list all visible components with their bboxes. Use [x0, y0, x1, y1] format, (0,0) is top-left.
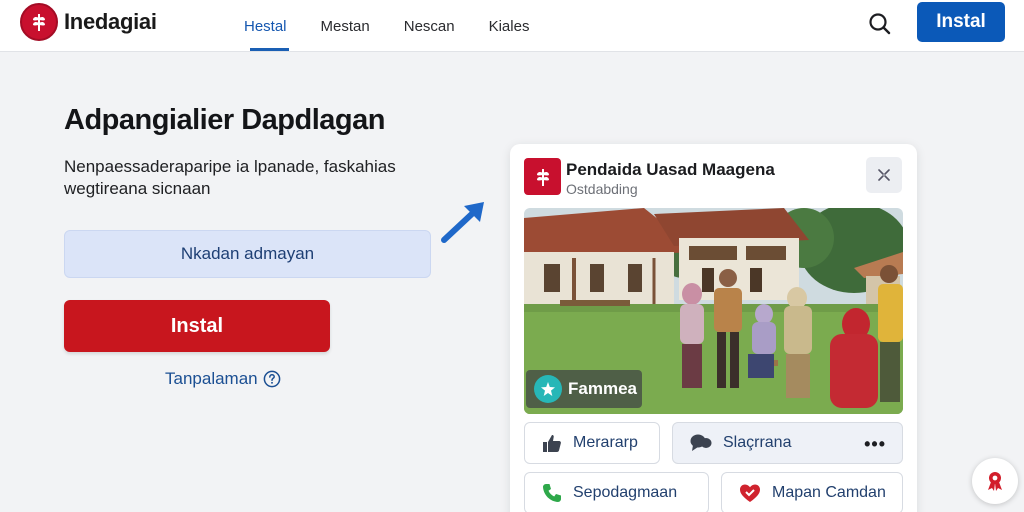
star-icon — [534, 375, 562, 403]
card-expand-button[interactable] — [866, 157, 902, 193]
nav-item-mestan[interactable]: Mestan — [321, 0, 370, 52]
pointer-arrow-icon — [441, 202, 484, 243]
thumbs-up-icon — [543, 435, 561, 452]
search-button[interactable] — [866, 10, 894, 38]
nav-item-kiales[interactable]: Kiales — [489, 0, 530, 52]
help-circle-icon — [263, 370, 280, 388]
like-button[interactable]: Merararp — [524, 422, 660, 464]
install-button[interactable]: Instal — [64, 300, 330, 352]
card-logo-icon — [524, 158, 561, 195]
page-title: Adpangialier Dapdlagan — [64, 104, 385, 136]
card-title: Pendaida Uasad Maagena — [566, 160, 775, 179]
app-preview-card: Pendaida Uasad Maagena Ostdabding Fammea… — [510, 144, 917, 512]
top-navigation-bar: Inedagiai Hestal Mestan Nescan Kiales In… — [0, 0, 1024, 52]
call-label: Sepodagmaan — [573, 484, 678, 501]
comment-label: Slaçrrana — [723, 434, 792, 451]
secondary-action-button[interactable]: Nkadan admayan — [64, 230, 431, 278]
search-icon — [869, 13, 891, 35]
floating-action-button[interactable] — [972, 458, 1018, 504]
help-link-label: Tanpalaman — [165, 369, 258, 388]
brand-name: Inedagiai — [64, 9, 157, 34]
header-install-button[interactable]: Instal — [917, 2, 1005, 42]
more-options-icon[interactable]: ••• — [864, 434, 886, 455]
photo-badge[interactable]: Fammea — [526, 370, 642, 408]
phone-icon — [543, 484, 561, 502]
ribbon-icon — [988, 472, 1002, 491]
nav-item-nescan[interactable]: Nescan — [404, 0, 455, 52]
community-photo[interactable]: Fammea — [524, 208, 903, 414]
help-link[interactable]: Tanpalaman — [165, 366, 281, 392]
card-subtitle: Ostdabding — [566, 181, 638, 197]
brand-logo-icon — [20, 3, 58, 41]
nav-item-hestal[interactable]: Hestal — [244, 0, 289, 52]
brand[interactable]: Inedagiai — [20, 3, 157, 41]
comment-button[interactable]: Slaçrrana ••• — [672, 422, 903, 464]
favorite-label: Mapan Camdan — [772, 484, 886, 501]
heart-icon — [740, 484, 760, 502]
expand-icon — [878, 169, 890, 181]
like-label: Merararp — [573, 434, 638, 451]
promo-description: Nenpaessaderaparipe ia lpanade, faskahia… — [64, 157, 396, 198]
chat-bubble-icon — [690, 434, 712, 451]
call-button[interactable]: Sepodagmaan — [524, 472, 709, 512]
favorite-button[interactable]: Mapan Camdan — [721, 472, 903, 512]
main-nav: Hestal Mestan Nescan Kiales — [244, 0, 563, 52]
photo-badge-label: Fammea — [568, 379, 637, 398]
